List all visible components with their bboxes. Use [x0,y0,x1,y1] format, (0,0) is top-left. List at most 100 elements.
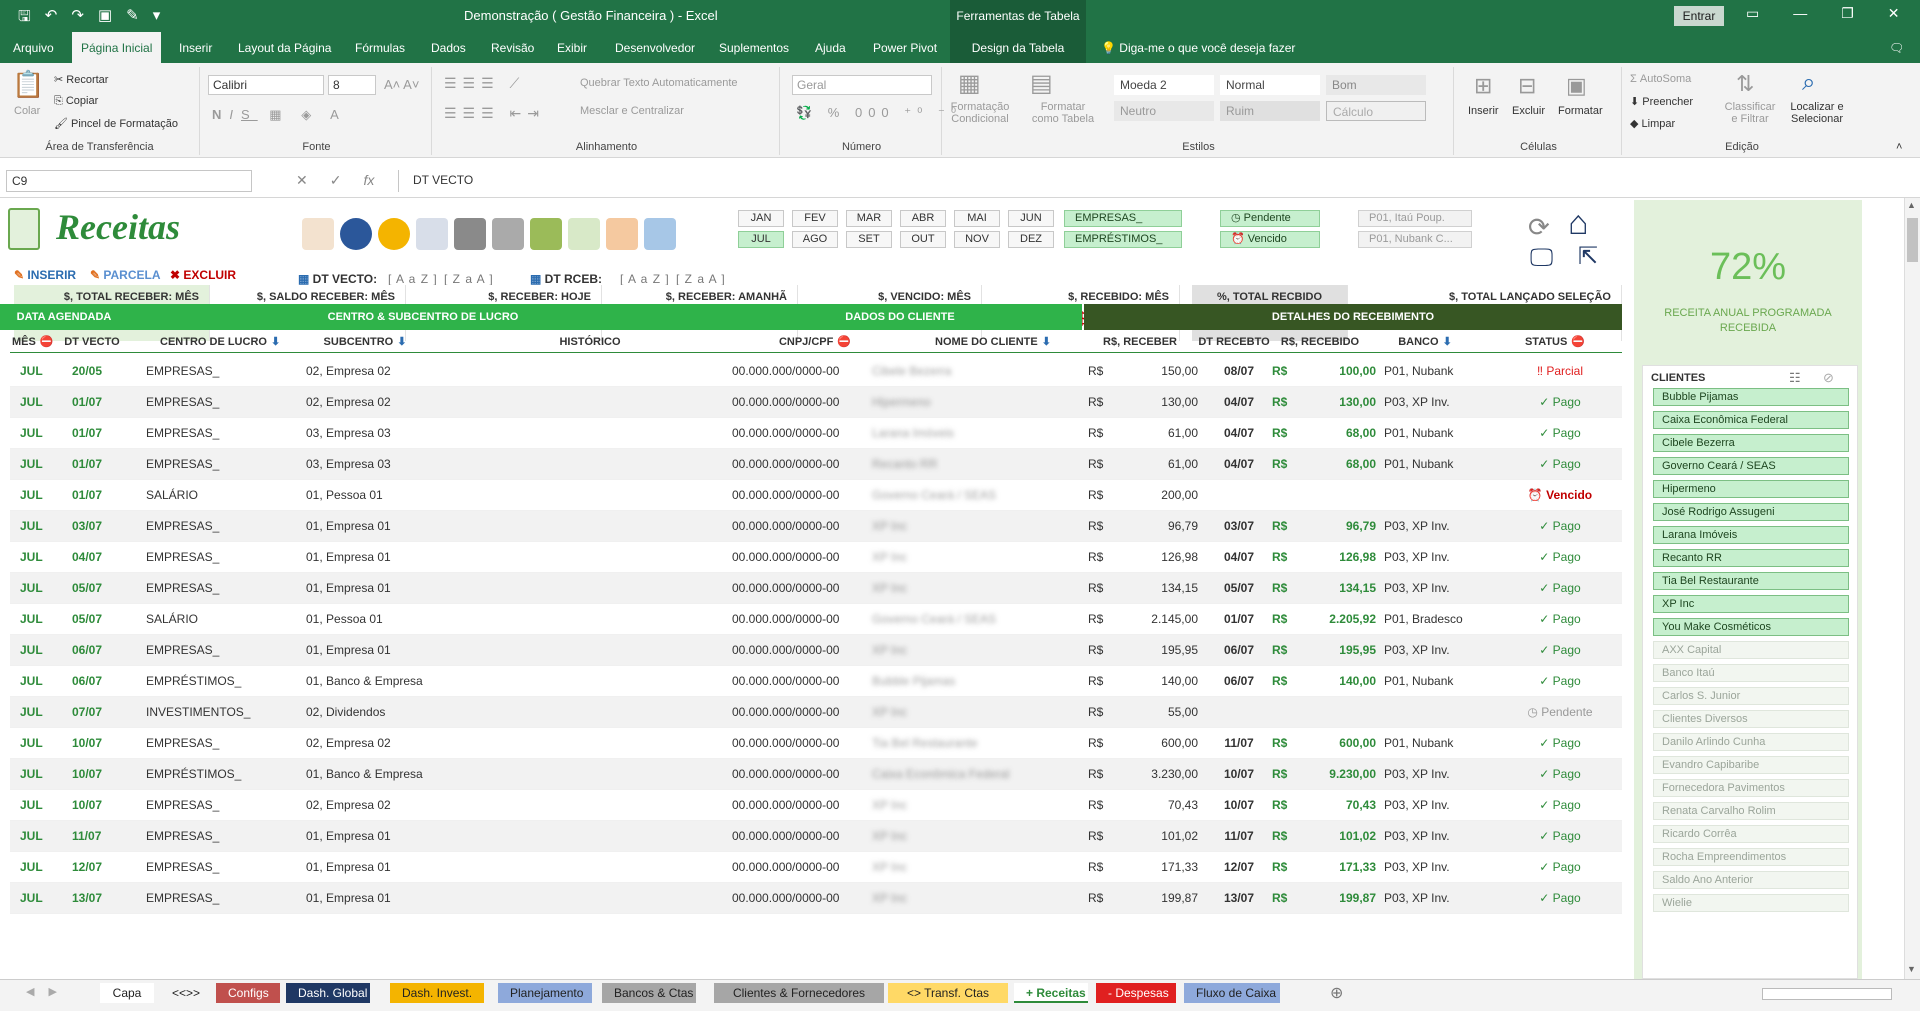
number-format-select[interactable]: Geral [792,75,932,95]
month-button-dez[interactable]: DEZ [1008,231,1054,248]
name-box[interactable]: C9 [6,170,252,192]
tab-inserir[interactable]: Inserir [170,32,221,63]
filter-account-nubank[interactable]: P01, Nubank C... [1358,231,1472,248]
sheet-tab[interactable]: Dash. Invest. [390,983,484,1003]
home-icon[interactable]: ⌂ [1568,204,1589,243]
client-chip[interactable]: Tia Bel Restaurante [1653,572,1849,590]
client-chip[interactable]: AXX Capital [1653,641,1849,659]
client-chip[interactable]: Carlos S. Junior [1653,687,1849,705]
sort-filter-button[interactable]: Classificar e Filtrar [1722,101,1778,125]
horizontal-scrollbar[interactable] [1762,988,1892,1000]
bank-columns-icon[interactable] [492,218,524,250]
restore-icon[interactable]: ❐ [1841,5,1854,22]
receipt-icon[interactable] [568,218,600,250]
customize-qat-icon[interactable]: ▾ [153,6,161,31]
conditional-format-icon[interactable]: ▦ [958,69,981,98]
tab-desenvolvedor[interactable]: Desenvolvedor [606,32,704,63]
client-chip[interactable]: Evandro Capibaribe [1653,756,1849,774]
tab-revisao[interactable]: Revisão [482,32,543,63]
vertical-scrollbar[interactable]: ▲ ▼ [1904,198,1920,979]
month-button-mar[interactable]: MAR [846,210,892,227]
table-row[interactable]: JUL 20/05 EMPRESAS_ 02, Empresa 02 00.000.00… [10,356,1622,387]
client-chip[interactable]: Hipermeno [1653,480,1849,498]
tab-suplementos[interactable]: Suplementos [710,32,798,63]
camera-icon[interactable]: ▣ [98,6,112,31]
client-chip[interactable]: Renata Carvalho Rolim [1653,802,1849,820]
multi-select-icon[interactable]: ☷ [1789,370,1801,386]
pie-chart-yellow-icon[interactable] [378,218,410,250]
format-painter-button[interactable]: 🖌 Pincel de Formatação [54,117,178,130]
money-stack-icon[interactable] [530,218,562,250]
enter-icon[interactable]: ✓ [330,172,342,189]
copy-button[interactable]: ⎘ Copiar [54,95,98,108]
month-button-jun[interactable]: JUN [1008,210,1054,227]
filter-empresas[interactable]: EMPRESAS_ [1064,210,1182,227]
client-chip[interactable]: Danilo Arlindo Cunha [1653,733,1849,751]
fx-icon[interactable]: fx [363,172,374,189]
merge-center-button[interactable]: Mesclar e Centralizar [580,105,684,117]
table-row[interactable]: JUL 01/07 EMPRESAS_ 03, Empresa 03 00.000.00… [10,418,1622,449]
column-header[interactable]: NOME DO CLIENTE ⬇ [918,332,1068,353]
align-top-icons[interactable]: ☰☰☰ ⟋ [444,75,525,92]
column-header[interactable]: R$, RECEBER [1100,332,1180,353]
format-table-button[interactable]: Formatar como Tabela [1028,101,1098,125]
formula-input[interactable]: DT VECTO [398,170,1908,192]
filter-vencido[interactable]: ⏰ Vencido [1220,231,1320,248]
column-header[interactable]: STATUS ⛔ [1510,332,1600,353]
month-button-jul[interactable]: JUL [738,231,784,248]
sheet-tab[interactable]: Bancos & Ctas [602,983,696,1003]
conditional-format-button[interactable]: Formatação Condicional [950,101,1010,125]
column-header[interactable]: BANCO ⬇ [1390,332,1460,353]
sheet-tab[interactable]: Dash. Global [286,983,370,1003]
sort-vecto-za[interactable]: [ Z a A ] [444,272,494,286]
bank-icon[interactable] [454,218,486,250]
client-chip[interactable]: Bubble Pijamas [1653,388,1849,406]
clear-button[interactable]: ◆ Limpar [1630,117,1675,130]
sort-rceb-za[interactable]: [ Z a A ] [676,272,726,286]
sheet-tab[interactable]: <<>> [160,983,210,1003]
filter-pendente[interactable]: ◷ Pendente [1220,210,1320,227]
filter-icon[interactable]: ⬇ [271,336,280,348]
client-chip[interactable]: Clientes Diversos [1653,710,1849,728]
client-chip[interactable]: Fornecedora Pavimentos [1653,779,1849,797]
cut-button[interactable]: ✂ Recortar [54,73,108,86]
comments-icon[interactable]: 🗨 [1880,32,1913,63]
sheet-tab[interactable]: - Despesas [1096,983,1176,1003]
column-header[interactable]: CENTRO DE LUCRO ⬇ [160,332,280,353]
month-button-jan[interactable]: JAN [738,210,784,227]
delete-action-button[interactable]: ✖ EXCLUIR [170,268,236,282]
paste-button[interactable]: Colar [14,105,40,117]
table-row[interactable]: JUL 01/07 SALÁRIO 01, Pessoa 01 00.000.000/0… [10,480,1622,511]
column-header[interactable]: MÊS ⛔ [12,332,54,353]
find-select-button[interactable]: Localizar e Selecionar [1784,101,1850,125]
column-header[interactable]: HISTÓRICO [430,332,750,353]
filter-icon[interactable]: ⬇ [397,336,406,348]
search-icon[interactable]: ⌕ [1802,69,1815,97]
calculator-icon[interactable] [416,218,448,250]
filter-account-itau[interactable]: P01, Itaú Poup. [1358,210,1472,227]
brush-icon[interactable]: ✎ [126,6,139,31]
style-bom[interactable]: Bom [1326,75,1426,95]
paste-icon[interactable]: 📋 [12,69,44,100]
insert-cells-icon[interactable]: ⊞ [1474,73,1492,99]
column-header[interactable]: R$, RECEBIDO [1280,332,1360,353]
invoice-icon[interactable] [606,218,638,250]
table-row[interactable]: JUL 11/07 EMPRESAS_ 01, Empresa 01 00.000.00… [10,821,1622,852]
number-format-icons[interactable]: 💱 % 000 ⁺⁰ ⁻⁰ [796,105,962,121]
scroll-thumb[interactable] [1907,218,1918,262]
sheet-tab[interactable]: <> Transf. Ctas [888,983,1008,1003]
client-chip[interactable]: Cibele Bezerra [1653,434,1849,452]
fill-button[interactable]: ⬇ Preencher [1630,95,1693,108]
cancel-icon[interactable]: ✕ [296,172,308,189]
filter-icon[interactable]: ⬇ [1443,336,1452,348]
month-button-fev[interactable]: FEV [792,210,838,227]
filter-icon[interactable]: ⬇ [1042,336,1051,348]
table-row[interactable]: JUL 07/07 INVESTIMENTOS_ 02, Dividendos 00.0… [10,697,1622,728]
tab-power-pivot[interactable]: Power Pivot [864,32,946,63]
tab-pagina-inicial[interactable]: Página Inicial [72,32,162,63]
scroll-down-icon[interactable]: ▼ [1907,964,1916,974]
parcel-action-button[interactable]: ✎ PARCELA [90,268,161,282]
client-chip[interactable]: Wielie [1653,894,1849,912]
export-icon[interactable]: ⇱ [1578,242,1598,271]
gears-icon[interactable] [302,218,334,250]
